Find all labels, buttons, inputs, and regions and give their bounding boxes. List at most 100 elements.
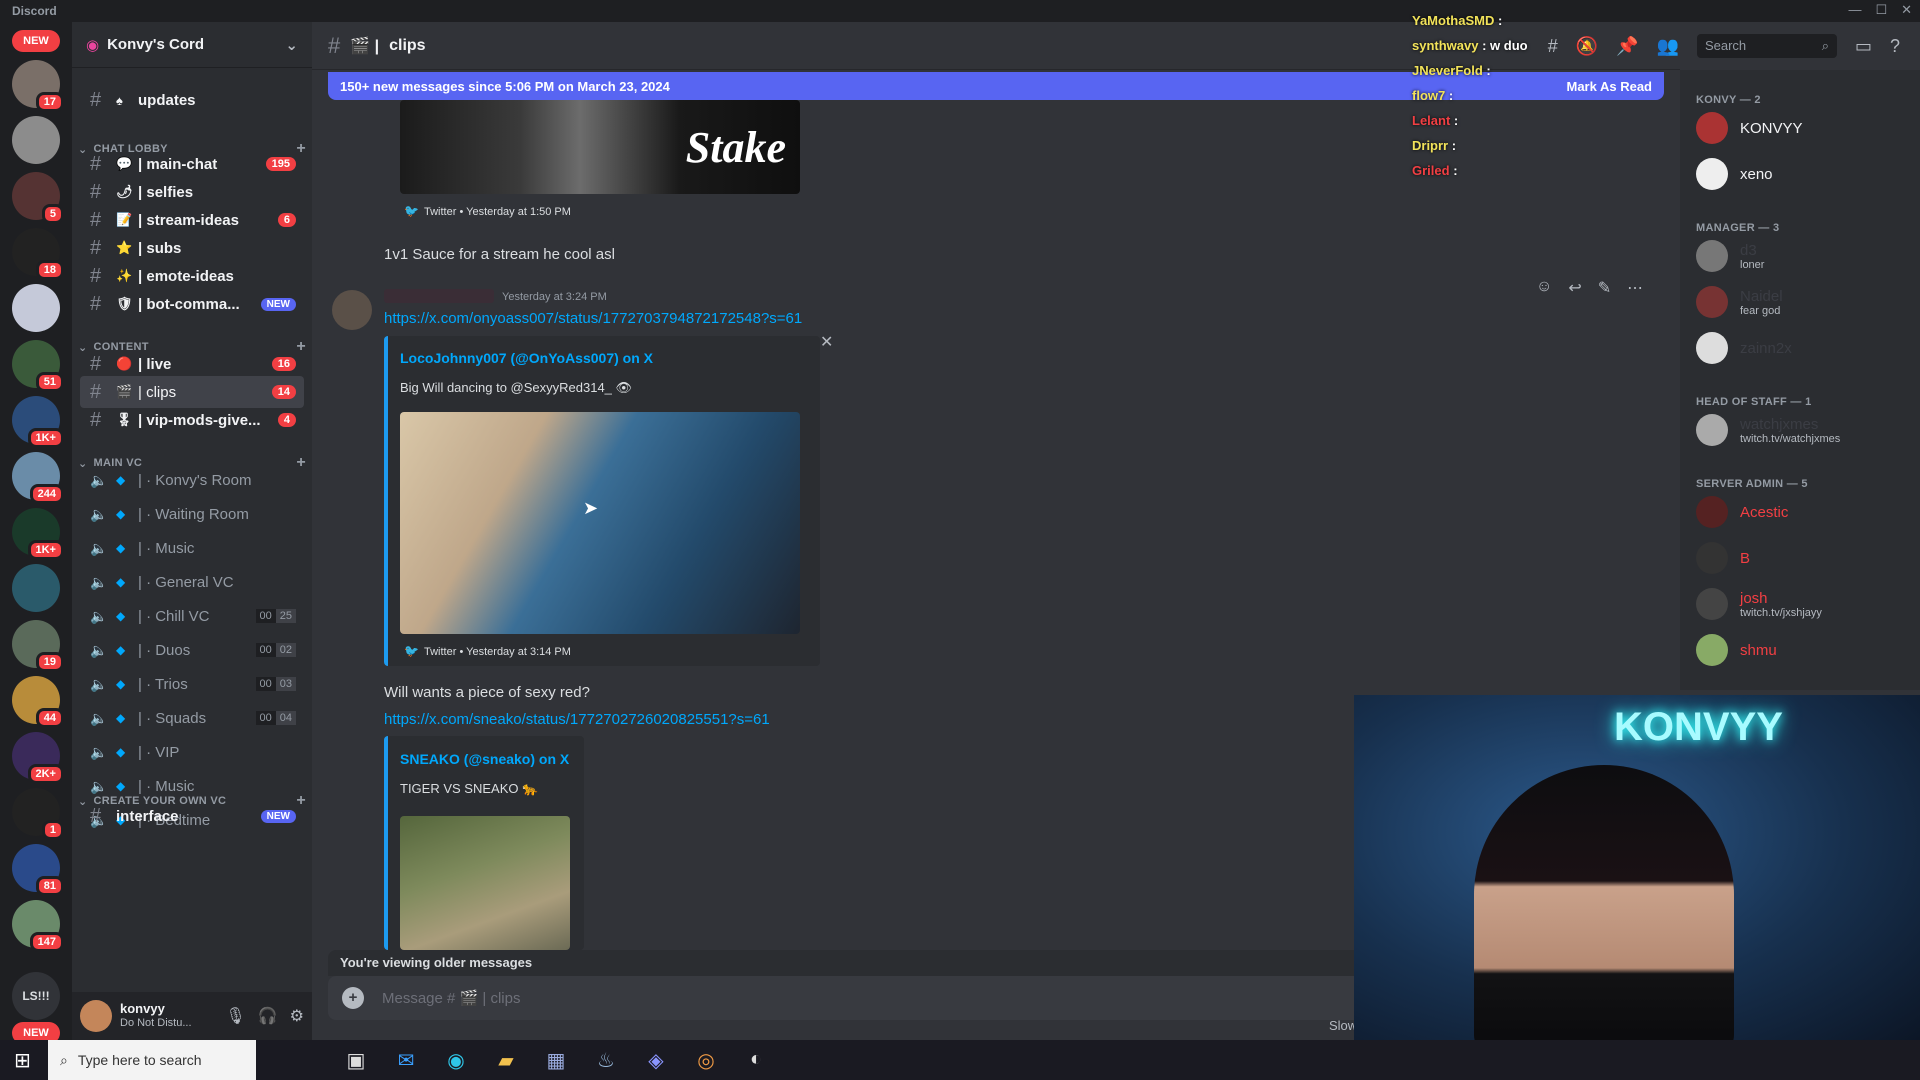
voice-channel[interactable]: 🔈 ◆ | · Trios 00 03	[80, 668, 304, 700]
server-icon[interactable]: 5	[12, 172, 64, 224]
headphones-icon[interactable]: 🎧	[258, 1006, 278, 1026]
steam-icon[interactable]: ♨	[590, 1048, 622, 1073]
voice-channel[interactable]: 🔈 ◆ | · Konvy's Room	[80, 464, 304, 496]
voice-channel[interactable]: 🔈 ◆ | · Duos 00 02	[80, 634, 304, 666]
server-icon[interactable]: 19	[12, 620, 64, 672]
search-input[interactable]: Search ⌕	[1696, 34, 1837, 58]
server-icon[interactable]: 51	[12, 340, 64, 392]
banner-text: 150+ new messages since 5:06 PM on March…	[340, 78, 670, 94]
taskbar-search-placeholder: Type here to search	[77, 1052, 202, 1068]
voice-channel[interactable]: 🔈 ◆ | · Chill VC 00 25	[80, 600, 304, 632]
server-icon[interactable]: 1	[12, 788, 64, 840]
server-icon[interactable]: 2K+	[12, 732, 64, 784]
voice-channel-label: | · General VC	[138, 573, 234, 591]
windows-start-icon[interactable]: ⊞	[14, 1048, 31, 1073]
server-icon[interactable]: 17	[12, 60, 64, 112]
member-item[interactable]: shmu	[1696, 634, 1777, 666]
server-icon[interactable]: 1K+	[12, 508, 64, 560]
embed-image-tiger[interactable]	[400, 816, 570, 950]
microphone-icon[interactable]: 🎙	[225, 1006, 245, 1026]
channel-updates[interactable]: # ♠ updates	[80, 84, 304, 116]
diamond-icon: ◆	[116, 711, 126, 725]
guild-header[interactable]: ◉ Konvy's Cord ⌄	[72, 22, 312, 68]
server-icon-ls[interactable]: LS!!!	[12, 972, 60, 1020]
close-icon[interactable]: ✕	[1901, 2, 1912, 18]
server-icon[interactable]	[12, 284, 60, 332]
member-item[interactable]: Naidel fear god	[1696, 286, 1783, 318]
inbox-icon[interactable]: ▭	[1855, 36, 1872, 57]
taskbar-search[interactable]: ⌕ Type here to search	[48, 1040, 256, 1080]
pin-icon[interactable]: 📌	[1616, 36, 1638, 57]
channel-bot-comma---[interactable]: # 🛡 | bot-comma... NEW	[80, 288, 304, 320]
embed-image-stake[interactable]: Stake	[400, 100, 800, 194]
threads-icon[interactable]: #	[1548, 36, 1558, 57]
embed-image-car[interactable]	[400, 412, 800, 634]
voice-channel[interactable]: 🔈 ◆ | · General VC	[80, 566, 304, 598]
member-item[interactable]: Acestic	[1696, 496, 1788, 528]
server-badge: 147	[29, 932, 64, 952]
help-icon[interactable]: ?	[1890, 36, 1900, 57]
chrome-icon[interactable]: ◎	[690, 1048, 722, 1073]
server-badge: 1K+	[27, 540, 64, 560]
server-icon[interactable]	[12, 116, 60, 164]
member-item[interactable]: josh twitch.tv/jxshjayy	[1696, 588, 1822, 620]
server-icon[interactable]: 1K+	[12, 396, 64, 448]
store-icon[interactable]: ▦	[540, 1048, 572, 1073]
member-item[interactable]: d3 loner	[1696, 240, 1764, 272]
server-icon[interactable]: 244	[12, 452, 64, 504]
message-link[interactable]: https://x.com/onyoass007/status/17727037…	[384, 310, 802, 327]
member-item[interactable]: watchjxmes twitch.tv/watchjxmes	[1696, 414, 1840, 446]
file-explorer-icon[interactable]: ▰	[490, 1048, 522, 1073]
member-item[interactable]: xeno	[1696, 158, 1773, 190]
mute-icon[interactable]: 🔕	[1576, 36, 1598, 57]
close-embed-icon[interactable]: ✕	[820, 332, 833, 352]
add-reaction-icon[interactable]: ☺	[1536, 278, 1552, 298]
channel-label: | emote-ideas	[138, 267, 234, 285]
user-max: 03	[275, 677, 296, 691]
task-view-icon[interactable]: ▣	[340, 1048, 372, 1073]
more-icon[interactable]: ⋯	[1627, 278, 1643, 298]
message-input[interactable]: Message # 🎬 | clips	[382, 989, 520, 1007]
avatar[interactable]	[332, 290, 372, 330]
minimize-icon[interactable]: —	[1848, 2, 1861, 18]
mark-as-read-button[interactable]: Mark As Read	[1567, 79, 1653, 94]
server-icon[interactable]: 44	[12, 676, 64, 728]
server-badge: 44	[35, 708, 64, 728]
gear-icon[interactable]: ⚙	[290, 1006, 304, 1026]
channel-vip-mods-give---[interactable]: # 🎖 | vip-mods-give... 4	[80, 404, 304, 436]
neon-sign: KONVYY	[1614, 705, 1783, 749]
server-icon[interactable]: 18	[12, 228, 64, 280]
message-link[interactable]: https://x.com/sneako/status/177270272602…	[384, 711, 770, 728]
author-name[interactable]	[384, 289, 494, 303]
voice-channel[interactable]: 🔈 ◆ | · Waiting Room	[80, 498, 304, 530]
member-item[interactable]: zainn2x	[1696, 332, 1792, 364]
avatar[interactable]	[80, 1000, 112, 1032]
username: konvyy	[120, 1001, 165, 1016]
chevron-down-icon[interactable]: ⌄	[285, 36, 298, 54]
voice-channel[interactable]: 🔈 ◆ | · VIP	[80, 736, 304, 768]
member-item[interactable]: KONVYY	[1696, 112, 1803, 144]
channel-label: | bot-comma...	[138, 295, 240, 313]
edge-icon[interactable]: ◉	[440, 1048, 472, 1073]
discord-icon[interactable]: ◈	[640, 1048, 672, 1073]
user-limit: 00 25	[255, 609, 296, 623]
obs-icon[interactable]: ◐	[740, 1048, 772, 1073]
embed-title[interactable]: SNEAKO (@sneako) on X	[400, 751, 569, 767]
embed-title[interactable]: LocoJohnny007 (@OnYoAss007) on X	[400, 350, 653, 366]
server-icon[interactable]	[12, 564, 60, 612]
member-item[interactable]: B	[1696, 542, 1750, 574]
server-icon[interactable]: 81	[12, 844, 64, 896]
mouse-cursor-icon: ➤	[583, 498, 599, 518]
server-icon[interactable]: 147	[12, 900, 64, 952]
reply-icon[interactable]: ↩	[1568, 278, 1581, 298]
channel-interface[interactable]: # interface NEW	[80, 800, 304, 832]
voice-channel[interactable]: 🔈 ◆ | · Music	[80, 532, 304, 564]
channel-label: | subs	[138, 239, 182, 257]
members-icon[interactable]: 👥	[1657, 36, 1679, 57]
mail-icon[interactable]: ✉	[390, 1048, 422, 1073]
user-limit: 00 03	[255, 677, 296, 691]
hash-edit-icon[interactable]: ✎	[1598, 278, 1611, 298]
voice-channel[interactable]: 🔈 ◆ | · Squads 00 04	[80, 702, 304, 734]
maximize-icon[interactable]: ☐	[1875, 2, 1887, 18]
add-attachment-icon[interactable]: +	[342, 987, 364, 1009]
